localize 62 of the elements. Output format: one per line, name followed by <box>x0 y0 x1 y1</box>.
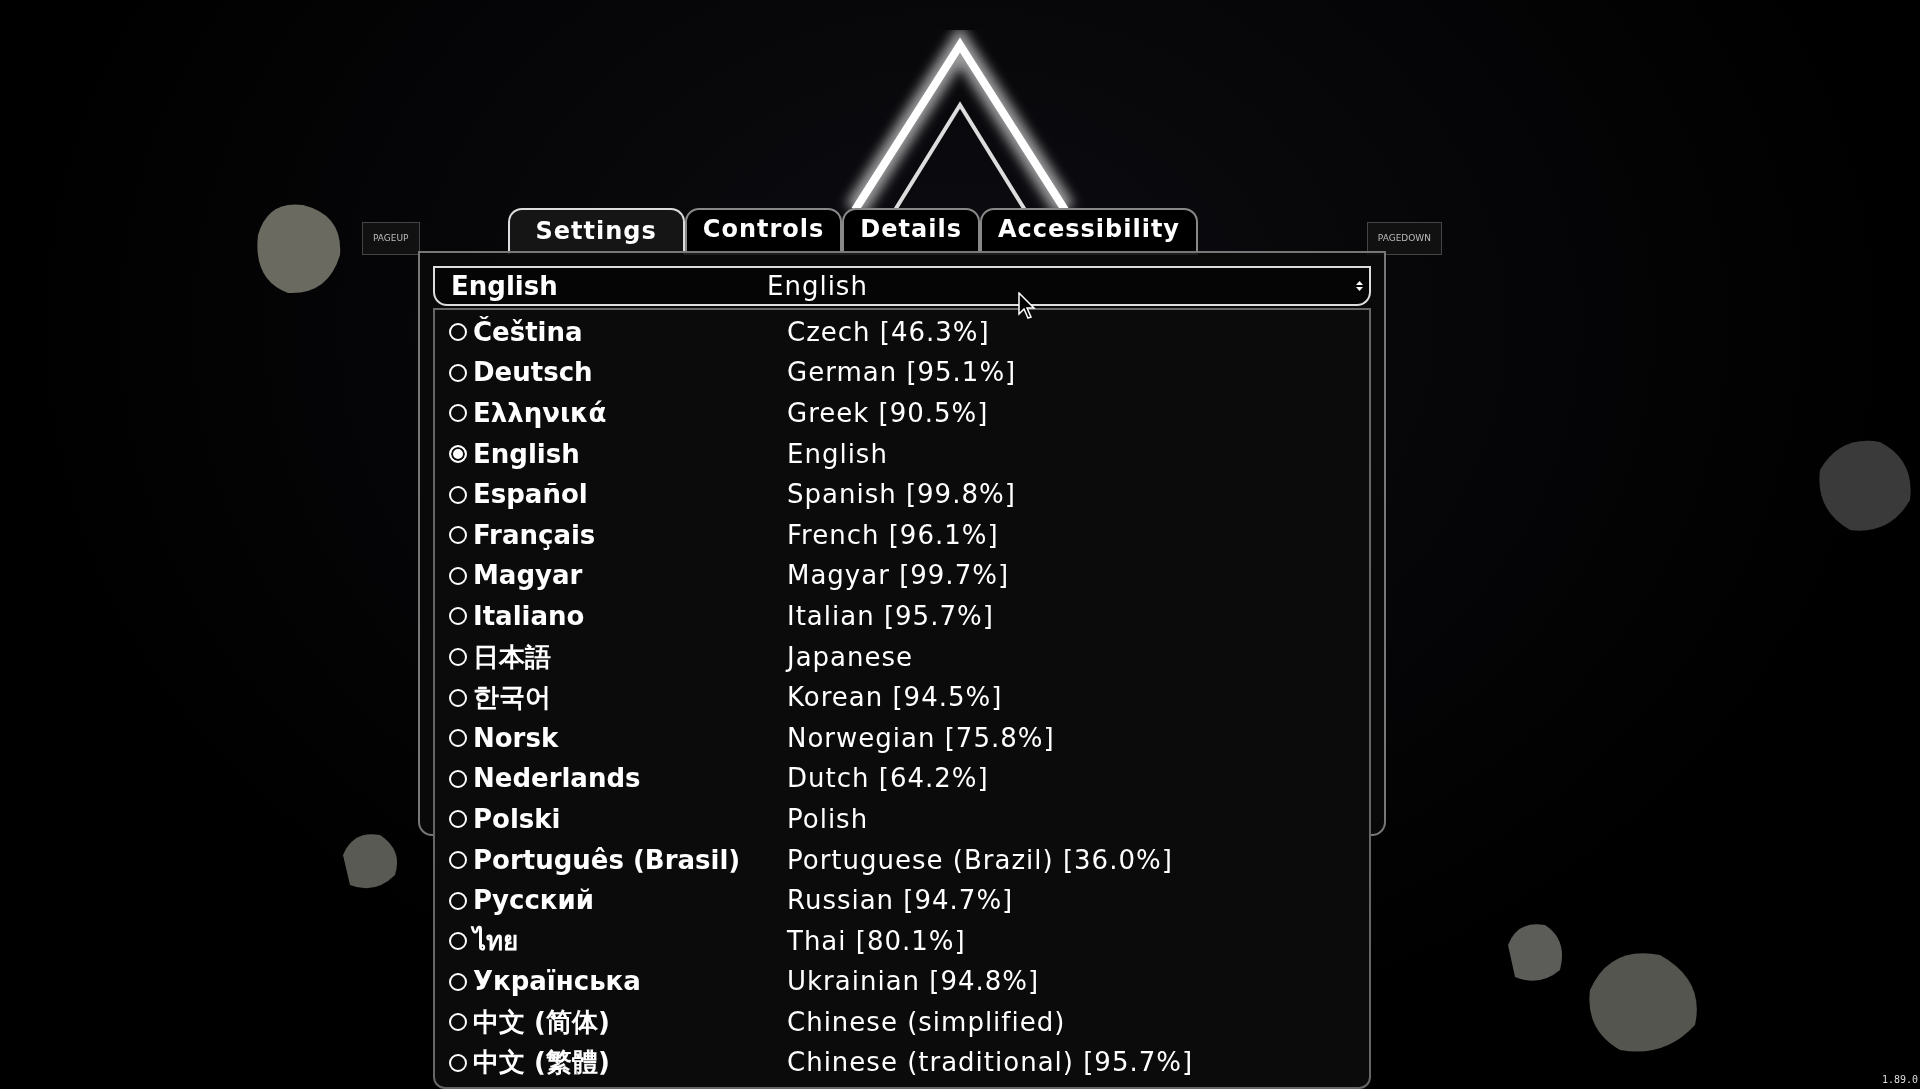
page-down-key-hint[interactable]: PAGEDOWN <box>1366 221 1442 256</box>
language-native-name[interactable]: Magyar <box>473 556 787 596</box>
selected-language-name: English <box>767 269 868 303</box>
radio-button[interactable] <box>449 526 467 545</box>
radio-button[interactable] <box>449 404 467 423</box>
language-english-name[interactable]: Spanish [99.8%] <box>787 475 1016 515</box>
language-english-name[interactable]: Polish <box>787 799 869 839</box>
language-native-name[interactable]: 中文 (简体) <box>473 1002 787 1042</box>
language-native-name[interactable]: Italiano <box>473 596 787 636</box>
radio-button[interactable] <box>449 363 467 382</box>
language-native-name[interactable]: English <box>473 434 787 474</box>
selected-language-native: English <box>451 269 559 303</box>
language-native-name[interactable]: Español <box>473 475 787 515</box>
language-english-name[interactable]: Thai [80.1%] <box>787 921 966 961</box>
language-english-name[interactable]: Portuguese (Brazil) [36.0%] <box>787 840 1173 880</box>
language-native-name[interactable]: Українська <box>473 962 787 1002</box>
language-english-name[interactable]: Dutch [64.2%] <box>787 759 989 799</box>
language-dropdown[interactable]: English English <box>433 266 1371 306</box>
radio-button[interactable] <box>449 851 467 869</box>
language-native-name[interactable]: 中文 (繁體) <box>473 1043 787 1083</box>
up-down-arrows-icon <box>1356 280 1363 292</box>
radio-button[interactable] <box>449 769 467 788</box>
radio-button[interactable] <box>449 972 467 991</box>
language-native-name[interactable]: Nederlands <box>473 759 787 799</box>
radio-button[interactable] <box>449 729 467 748</box>
language-english-name[interactable]: Czech [46.3%] <box>787 312 990 352</box>
radio-button[interactable] <box>449 566 467 585</box>
language-native-name[interactable]: Português (Brasil) <box>473 840 787 880</box>
language-english-name[interactable]: Chinese (simplified) <box>787 1002 1066 1042</box>
language-english-name[interactable]: Italian [95.7%] <box>787 596 994 636</box>
radio-button[interactable] <box>449 648 467 667</box>
language-english-name[interactable]: Ukrainian [94.8%] <box>787 962 1040 1002</box>
radio-button[interactable] <box>449 607 467 626</box>
radio-button[interactable] <box>449 485 467 504</box>
language-native-name[interactable]: 한국어 <box>473 678 787 718</box>
language-native-name[interactable]: Norsk <box>473 718 787 758</box>
language-english-name[interactable]: Chinese (traditional) [95.7%] <box>787 1043 1194 1083</box>
radio-button[interactable] <box>449 445 467 464</box>
language-native-name[interactable]: Français <box>473 515 787 555</box>
language-native-name[interactable]: Polski <box>473 799 787 839</box>
radio-button[interactable] <box>449 1054 467 1072</box>
language-native-name[interactable]: Deutsch <box>473 353 787 393</box>
language-english-name[interactable]: English <box>787 434 888 474</box>
radio-button[interactable] <box>449 932 467 951</box>
page-up-key-hint[interactable]: PAGEUP <box>362 221 420 256</box>
language-native-name[interactable]: Ελληνικά <box>473 394 787 433</box>
language-english-name[interactable]: French [96.1%] <box>787 515 999 555</box>
language-english-name[interactable]: Greek [90.5%] <box>787 394 989 433</box>
language-native-name[interactable]: Čeština <box>473 312 787 352</box>
radio-button[interactable] <box>449 323 467 342</box>
language-english-name[interactable]: Magyar [99.7%] <box>787 556 1010 596</box>
version-label: 1.89.0 <box>1881 1073 1918 1087</box>
radio-button[interactable] <box>449 688 467 707</box>
language-english-name[interactable]: German [95.1%] <box>787 353 1017 393</box>
radio-button[interactable] <box>449 891 467 910</box>
language-english-name[interactable]: Korean [94.5%] <box>787 678 1003 718</box>
language-english-name[interactable]: Norwegian [75.8%] <box>787 718 1055 758</box>
radio-button[interactable] <box>449 810 467 829</box>
radio-button[interactable] <box>449 1013 467 1032</box>
language-english-name[interactable]: Japanese <box>787 637 914 677</box>
language-english-name[interactable]: Russian [94.7%] <box>787 881 1014 921</box>
language-native-name[interactable]: Русский <box>473 881 787 921</box>
